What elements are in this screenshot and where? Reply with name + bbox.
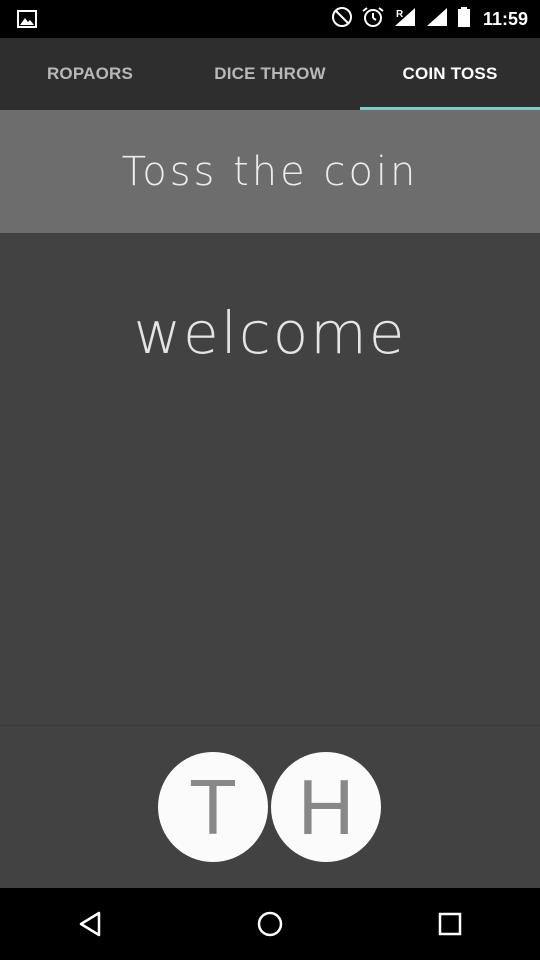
tab-ropaors[interactable]: ROPAORS — [0, 38, 180, 110]
heads-button[interactable]: H — [271, 752, 381, 862]
do-not-disturb-icon — [331, 6, 353, 32]
signal-roaming-icon: R — [393, 6, 417, 32]
alarm-icon — [361, 6, 385, 32]
status-icons: R 11:59 — [331, 6, 528, 32]
status-bar: R 11:59 — [0, 0, 540, 38]
tab-bar: ROPAORS DICE THROW COIN TOSS — [0, 38, 540, 110]
tab-coin-toss[interactable]: COIN TOSS — [360, 38, 540, 110]
back-icon[interactable] — [60, 894, 120, 954]
page-title: Toss the coin — [121, 148, 419, 195]
recents-icon[interactable] — [420, 894, 480, 954]
coin-bar: T H — [0, 726, 540, 888]
result-panel: welcome — [0, 233, 540, 725]
result-message: welcome — [133, 299, 407, 367]
home-icon[interactable] — [240, 894, 300, 954]
tails-button[interactable]: T — [158, 752, 268, 862]
svg-text:R: R — [396, 9, 404, 20]
status-time: 11:59 — [482, 8, 528, 29]
tab-dice-throw[interactable]: DICE THROW — [180, 38, 360, 110]
battery-icon — [457, 6, 471, 32]
header-panel: Toss the coin — [0, 110, 540, 233]
navigation-bar — [0, 888, 540, 960]
image-icon — [16, 8, 38, 30]
signal-icon — [425, 6, 449, 32]
